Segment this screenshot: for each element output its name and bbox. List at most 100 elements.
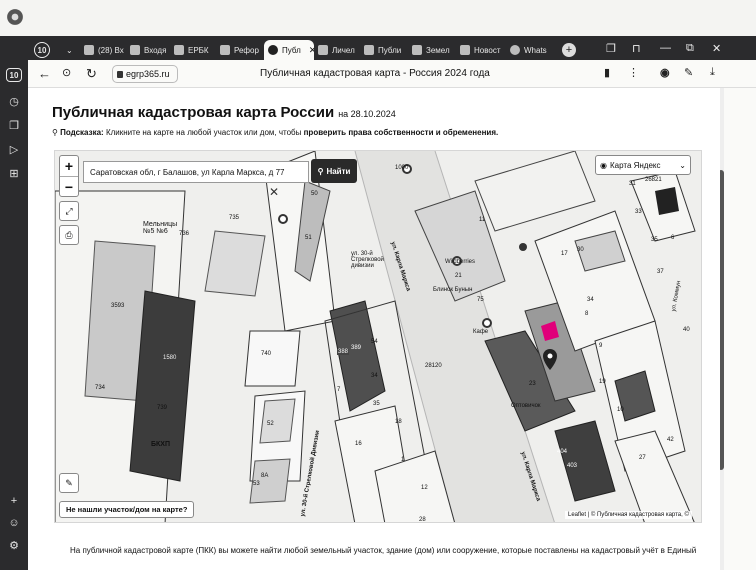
parcel-number: 12 [421,485,428,491]
tab-counter[interactable]: 10 [30,40,56,60]
parcel-number: 16 [355,441,362,447]
browser-window: 10 ⌄ (28) Вх Входя ЕРБК Рефор Публ ✕ Личе… [0,0,756,570]
parcel-number: 736 [179,231,190,237]
tab-count-badge: 10 [34,42,50,58]
map-label: Кафе [473,329,489,335]
settings-icon[interactable]: ⚙ [5,536,23,554]
address-bar: ← ⊙ ↻ egrp365.ru Публичная кадастровая к… [28,60,756,88]
emblem-icon [220,45,230,55]
map-icon [364,45,374,55]
map-canvas[interactable] [55,151,702,523]
ruler-icon[interactable]: ✎ [59,473,79,493]
not-found-button[interactable]: Не нашли участок/дом на карте? [59,501,195,518]
fullscreen-icon[interactable]: ⤢ [59,201,79,221]
parcel-number: 53 [253,481,260,487]
parcel-number: 10 [617,407,624,413]
print-icon[interactable]: ⎙ [59,225,79,245]
emblem-icon [174,45,184,55]
tab-1[interactable]: (28) Вх [80,40,132,60]
parcel-number: 23 [529,381,536,387]
parcel-number: 31 [629,181,636,187]
reload-icon[interactable]: ↻ [86,66,97,82]
edit-icon[interactable]: ✎ [684,66,693,79]
parcel-number: 11 [479,217,486,223]
clear-search-icon[interactable]: ✕ [269,185,279,199]
parcel-number: 37 [657,269,664,275]
tab-2[interactable]: Входя [126,40,176,60]
cadastral-map[interactable]: ул. Карла Маркса ул. Карла Маркса ул. 30… [54,150,702,523]
tab-3[interactable]: ЕРБК [170,40,220,60]
parcel-number: 75 [477,297,484,303]
parcel-number: 19 [599,379,606,385]
collections-icon[interactable]: ❐ [606,42,616,55]
close-window-icon[interactable]: ✕ [712,42,721,55]
tab-7[interactable]: Публи [360,40,404,60]
zoom-out-button[interactable]: − [60,176,78,196]
app-icon[interactable]: ⊞ [5,164,23,182]
parcel-number: 3593 [111,303,125,309]
parcel-number: 734 [95,385,106,391]
parcel-number: 35 [651,237,658,243]
window-top-area [0,0,756,36]
download-icon[interactable]: ⤓ [710,66,715,79]
pages-icon[interactable]: ❐ [5,116,23,134]
parcel-number: 1 [401,457,405,463]
heading-date: на 28.10.2024 [338,109,396,119]
search-button[interactable]: ⚲ Найти [311,159,357,183]
parcel-number: 28120 [425,363,442,369]
parcel-number: 388 [337,349,350,355]
parcel-number: 740 [261,351,272,357]
parcel-number: 735 [229,215,240,221]
back-arrow-icon[interactable]: ← [38,66,51,81]
tab-8[interactable]: Земел [408,40,454,60]
parcel-number: 17 [561,251,568,257]
bookmark-flag-icon[interactable]: ▮ [604,66,610,79]
parcel-number: 30 [577,247,584,253]
map-type-select[interactable]: ◉ Карта Яндекс ⌄ [595,155,691,175]
alice-icon[interactable]: ◉ [660,66,670,79]
parcel-number: 18 [395,419,402,425]
map-label: Оптовичок [511,403,541,409]
zoom-in-button[interactable]: + [60,156,78,176]
map-label: Блинок Бунын [433,287,473,293]
bottom-paragraph: На публичной кадастровой карте (ПКК) вы … [70,546,697,555]
play-icon[interactable]: ▷ [5,140,23,158]
page-heading: Публичная кадастровая карта России на 28.… [52,104,396,121]
add-icon[interactable]: + [5,492,23,510]
parcel-number: 42 [667,437,674,443]
clock-icon[interactable]: ◷ [5,92,23,110]
url-field[interactable]: egrp365.ru [112,65,178,83]
parcel-number: 1580 [163,355,177,361]
parcel-number: 6 [671,235,675,241]
minimize-icon[interactable]: — [660,42,671,54]
tab-count-sidebar-icon[interactable]: 10 [6,68,22,82]
vk-icon [460,45,470,55]
tab-list-chevron-icon[interactable]: ⌄ [62,40,78,60]
parcel-number: 403 [567,463,578,469]
page-title-bar: Публичная кадастровая карта - Россия 202… [260,68,490,79]
parcel-number: 33 [635,209,642,215]
yandex-icon[interactable]: ⊙ [62,66,71,79]
mail-icon [130,45,140,55]
map-search-input[interactable]: Саратовская обл, г Балашов, ул Карла Мар… [83,161,309,183]
tab-4[interactable]: Рефор [216,40,266,60]
plus-icon: + [562,43,576,57]
tab-5-active[interactable]: Публ ✕ [264,40,314,60]
accessibility-icon[interactable]: ☺ [5,514,23,532]
parcel-number: 1000 [395,165,409,171]
bookmark-icon[interactable]: ⊓ [632,42,641,55]
tab-9[interactable]: Новост [456,40,504,60]
new-tab-button[interactable]: + [558,40,576,60]
tab-10[interactable]: Whats [506,40,554,60]
radio-icon: ◉ [600,160,607,170]
parcel-number: 7 [337,387,341,393]
browser-sidebar: 10 ◷ ❐ ▷ ⊞ + ☺ ⚙ [0,36,28,570]
map-attribution: Leaflet | © Публичная кадастровая карта,… [565,511,692,519]
browser-logo-icon [7,9,23,25]
zoom-control: + − [59,155,79,197]
pin-icon: ⚲ [52,128,58,137]
more-icon[interactable]: ⋮ [628,66,639,79]
maximize-icon[interactable]: ⧉ [686,42,694,55]
vk-icon [318,45,328,55]
tab-6[interactable]: Личел [314,40,358,60]
